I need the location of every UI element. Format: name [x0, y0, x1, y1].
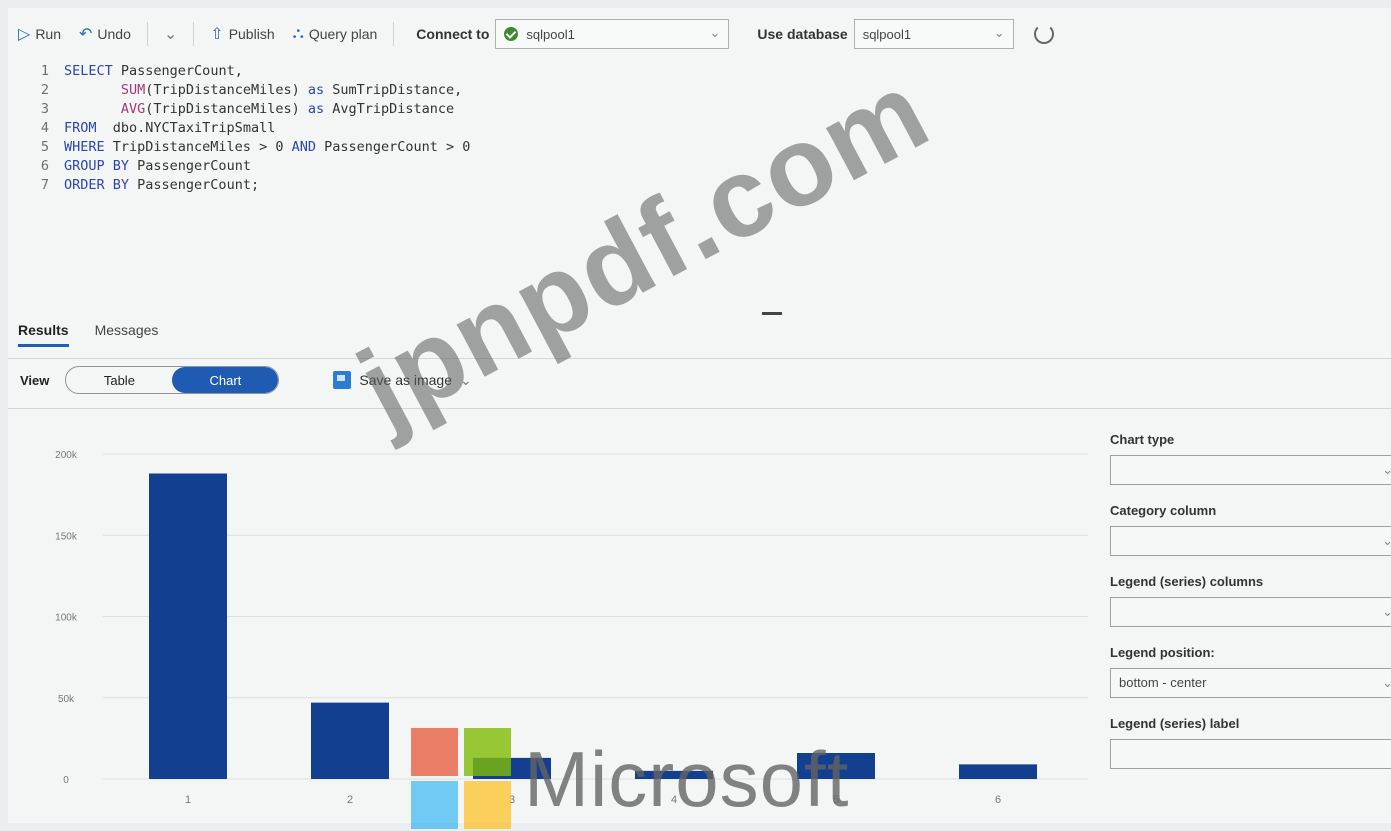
code-line: 1 SELECT PassengerCount,	[40, 63, 243, 79]
y-tick-label: 0	[63, 775, 69, 786]
legend-position-field: Legend position: bottom - center ⌄	[1110, 645, 1391, 698]
chevron-down-icon: ⌄	[993, 25, 1005, 40]
refresh-icon[interactable]	[1033, 24, 1054, 44]
toolbar: ▷ Run ↶ Undo ⌄ ⇧ Publish ⛬ Query plan Co…	[8, 8, 1391, 60]
legend-series-label-input[interactable]	[1110, 739, 1391, 769]
watermark-logo-word: Microsoft	[524, 735, 850, 823]
microsoft-logo-icon	[411, 728, 511, 831]
chevron-down-icon: ⌄	[163, 26, 178, 43]
tab-results[interactable]: Results	[18, 322, 69, 347]
legend-series-columns-select[interactable]: ⌄	[1110, 597, 1391, 627]
chart-bar[interactable]	[959, 764, 1037, 779]
y-tick-label: 200k	[55, 450, 78, 461]
tab-messages[interactable]: Messages	[95, 322, 159, 347]
x-tick-label: 6	[995, 794, 1001, 806]
query-plan-icon: ⛬	[292, 25, 304, 42]
legend-series-label-label: Legend (series) label	[1110, 716, 1240, 731]
legend-position-label: Legend position:	[1110, 645, 1215, 660]
y-tick-label: 150k	[55, 531, 78, 542]
save-image-icon	[333, 371, 352, 389]
code-text: AVG(TripDistanceMiles) as AvgTripDistanc…	[120, 101, 455, 117]
y-tick-label: 100k	[55, 613, 78, 624]
code-text: WHERE TripDistanceMiles > 0 AND Passenge…	[64, 139, 471, 155]
results-divider	[8, 408, 1391, 409]
category-column-field: Category column ⌄	[1110, 503, 1391, 556]
chart-bar[interactable]	[311, 702, 389, 779]
run-button[interactable]: ▷ Run	[12, 19, 67, 49]
use-database-select[interactable]: sqlpool1 ⌄	[853, 19, 1014, 49]
undo-dropdown-button[interactable]: ⌄	[158, 19, 183, 49]
play-icon: ▷	[18, 26, 31, 43]
x-tick-label: 1	[185, 794, 191, 806]
x-tick-label: 2	[347, 794, 353, 806]
chevron-down-icon: ⌄	[1382, 604, 1391, 619]
chart-view-button[interactable]: Chart	[172, 367, 279, 393]
legend-series-columns-label: Legend (series) columns	[1110, 574, 1264, 589]
use-database-label: Use database	[757, 26, 848, 42]
chevron-down-icon: ⌄	[1382, 462, 1391, 477]
chart-type-select[interactable]: ⌄	[1110, 455, 1391, 485]
synapse-sql-script-window: ▷ Run ↶ Undo ⌄ ⇧ Publish ⛬ Query plan Co…	[8, 8, 1391, 829]
publish-icon: ⇧	[210, 26, 224, 43]
code-text: FROM dbo.NYCTaxiTripSmall	[64, 120, 276, 136]
code-text: SELECT PassengerCount,	[64, 63, 243, 79]
undo-icon: ↶	[79, 26, 93, 43]
undo-button[interactable]: ↶ Undo	[73, 19, 137, 49]
code-text: ORDER BY PassengerCount;	[64, 177, 260, 193]
connect-to-select[interactable]: sqlpool1 ⌄	[495, 19, 730, 49]
connected-status-icon	[504, 27, 519, 41]
code-text: SUM(TripDistanceMiles) as SumTripDistanc…	[120, 82, 463, 98]
chart-type-label: Chart type	[1110, 432, 1175, 447]
chart-bar[interactable]	[149, 473, 227, 780]
toolbar-divider	[393, 22, 395, 46]
view-label: View	[20, 372, 50, 388]
chart-settings-panel: Chart type ⌄ Category column ⌄ Legend (s…	[1110, 432, 1391, 787]
toolbar-divider	[146, 22, 148, 46]
legend-series-label-field: Legend (series) label	[1110, 716, 1391, 769]
publish-button[interactable]: ⇧ Publish	[204, 19, 280, 49]
category-column-label: Category column	[1110, 503, 1217, 518]
results-tabs: Results Messages	[18, 322, 158, 347]
chevron-down-icon: ⌄	[1382, 533, 1391, 548]
toolbar-divider	[193, 22, 195, 46]
tabs-divider	[8, 358, 1391, 359]
legend-series-columns-field: Legend (series) columns ⌄	[1110, 574, 1391, 627]
code-text: GROUP BY PassengerCount	[64, 158, 251, 174]
chevron-down-icon: ⌄	[709, 25, 721, 40]
chevron-down-icon: ⌄	[1382, 675, 1391, 690]
category-column-select[interactable]: ⌄	[1110, 526, 1391, 556]
query-plan-button[interactable]: ⛬ Query plan	[287, 19, 384, 49]
y-tick-label: 50k	[58, 694, 75, 705]
view-toggle: Table Chart	[65, 366, 280, 394]
pane-resize-handle[interactable]	[762, 312, 782, 315]
chart-type-field: Chart type ⌄	[1110, 432, 1391, 485]
table-view-button[interactable]: Table	[66, 367, 172, 393]
legend-position-select[interactable]: bottom - center ⌄	[1110, 668, 1391, 698]
connect-to-label: Connect to	[416, 26, 490, 42]
